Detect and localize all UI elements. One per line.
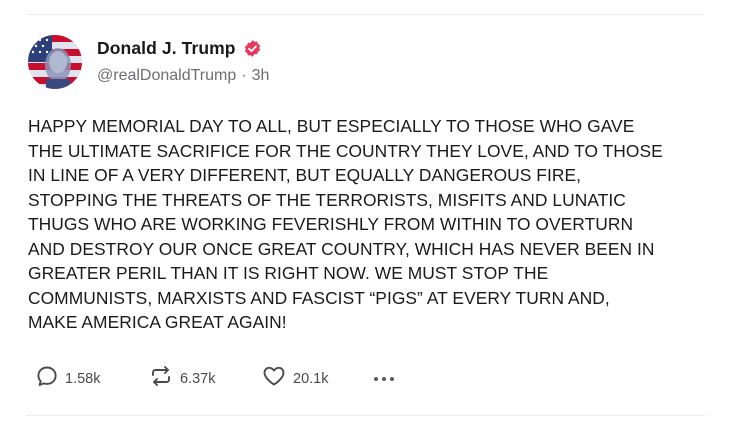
- author-display-name[interactable]: Donald J. Trump: [97, 38, 236, 59]
- bottom-divider: [26, 415, 705, 416]
- author-meta-row: @realDonaldTrump · 3h: [97, 67, 269, 85]
- reply-button[interactable]: 1.58k: [35, 364, 148, 393]
- post-timestamp[interactable]: 3h: [252, 67, 270, 84]
- avatar[interactable]: [28, 35, 82, 89]
- repost-button[interactable]: 6.37k: [148, 364, 261, 393]
- avatar-image: [28, 35, 82, 89]
- like-count: 20.1k: [293, 370, 329, 387]
- meta-separator: ·: [241, 67, 247, 84]
- reply-count: 1.58k: [65, 370, 101, 387]
- heart-icon: [261, 364, 287, 393]
- more-dot: [390, 376, 394, 381]
- repost-icon: [148, 364, 174, 393]
- more-dot: [374, 376, 378, 381]
- like-button[interactable]: 20.1k: [261, 364, 374, 393]
- author-handle[interactable]: @realDonaldTrump: [97, 67, 236, 84]
- author-name-row: Donald J. Trump: [97, 38, 262, 59]
- top-divider: [26, 14, 705, 15]
- reply-icon: [35, 364, 59, 393]
- verified-badge-icon: [243, 39, 262, 58]
- more-options-button[interactable]: [374, 367, 394, 391]
- more-dot: [382, 376, 386, 381]
- action-bar: 1.58k 6.37k 20.1k: [35, 364, 394, 393]
- repost-count: 6.37k: [180, 370, 216, 387]
- post-card: Donald J. Trump @realDonaldTrump · 3h HAPP…: [0, 0, 731, 428]
- post-text: HAPPY MEMORIAL DAY TO ALL, BUT ESPECIALL…: [28, 116, 663, 332]
